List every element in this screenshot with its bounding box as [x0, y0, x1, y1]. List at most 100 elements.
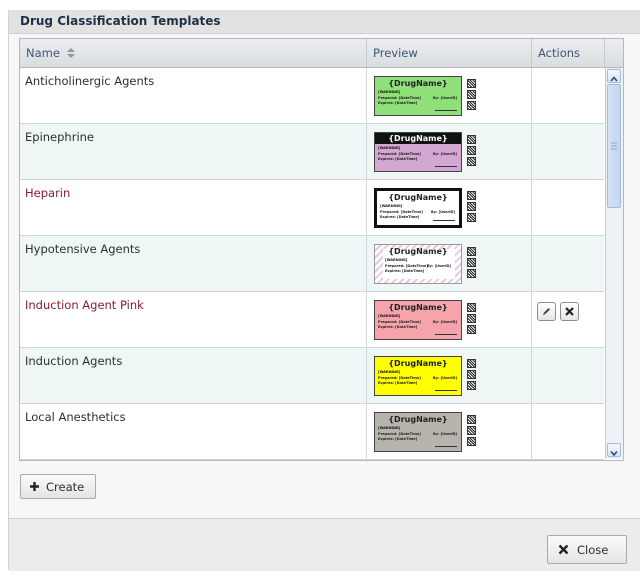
label-by: By: [UserID] [427, 264, 451, 268]
grid-header: Name Preview Actions [20, 39, 623, 68]
label-preview: {DrugName} [WARNING] Prepared: [DateTime… [374, 244, 462, 284]
row-actions [532, 292, 604, 347]
barcode-icon [467, 258, 476, 267]
label-expires: Expires: [DateTime] [378, 381, 418, 385]
delete-button[interactable] [560, 302, 579, 321]
column-name-label: Name [26, 46, 60, 60]
label-by: By: [UserID] [431, 210, 455, 214]
label-preview: {DrugName} [WARNING] Prepared: [DateTime… [374, 188, 462, 228]
barcode-icon [467, 426, 476, 435]
label-preview: {DrugName} [WARNING] Prepared: [DateTime… [374, 356, 462, 396]
label-preview: {DrugName} [WARNING] Prepared: [DateTime… [374, 132, 462, 172]
label-prepared: Prepared: [DateTime] [378, 152, 421, 156]
label-signature-line [435, 166, 457, 167]
table-row[interactable]: Epinephrine {DrugName} [WARNING] Prepare… [20, 124, 604, 180]
table-row[interactable]: Induction Agent Pink {DrugName} [WARNING… [20, 292, 604, 348]
table-row[interactable]: Local Anesthetics {DrugName} [WARNING] P… [20, 404, 604, 460]
row-name: Epinephrine [20, 124, 367, 179]
barcode-icon [467, 247, 476, 256]
close-button-label: Close [577, 542, 609, 557]
row-preview: {DrugName} [WARNING] Prepared: [DateTime… [367, 292, 532, 347]
label-expires: Expires: [DateTime] [378, 437, 418, 441]
row-actions [532, 348, 604, 403]
templates-grid: Name Preview Actions Anticholinergic Age… [19, 38, 624, 461]
label-drug-name: {DrugName} [388, 303, 448, 312]
label-warning: [WARNING] [378, 314, 401, 318]
barcode-icon [467, 90, 476, 99]
barcode-icon [467, 303, 476, 312]
drug-classification-dialog: Drug Classification Templates Name Previ… [8, 10, 640, 571]
table-row[interactable]: Induction Agents {DrugName} [WARNING] Pr… [20, 348, 604, 404]
row-preview: {DrugName} [WARNING] Prepared: [DateTime… [367, 180, 532, 235]
column-header-preview: Preview [367, 39, 532, 67]
label-prepared: Prepared: [DateTime] [378, 96, 421, 100]
label-warning: [WARNING] [378, 370, 401, 374]
label-expires: Expires: [DateTime] [380, 215, 420, 219]
grid-rows: Anticholinergic Agents {DrugName} [WARNI… [20, 68, 604, 460]
table-row[interactable]: Heparin {DrugName} [WARNING] Prepared: [… [20, 180, 604, 236]
label-prepared: Prepared: [DateTime] [385, 264, 428, 268]
sort-icon[interactable] [66, 48, 75, 58]
grip-icon [611, 142, 617, 150]
barcode-icon [467, 381, 476, 390]
label-drug-name: {DrugName} [388, 193, 448, 202]
row-actions [532, 68, 604, 123]
barcode-icon [467, 415, 476, 424]
row-actions [532, 404, 604, 459]
scroll-down-button[interactable] [607, 443, 621, 457]
barcode-icon [467, 325, 476, 334]
label-signature-line [435, 446, 457, 447]
dialog-titlebar: Drug Classification Templates [9, 10, 640, 34]
row-name: Hypotensive Agents [20, 236, 367, 291]
label-expires: Expires: [DateTime] [378, 101, 418, 105]
row-actions [532, 124, 604, 179]
label-signature-line [435, 110, 457, 111]
label-expires: Expires: [DateTime] [385, 269, 425, 273]
label-by: By: [UserID] [433, 152, 457, 156]
barcode-icon [467, 202, 476, 211]
row-name: Anticholinergic Agents [20, 68, 367, 123]
vertical-scrollbar[interactable] [605, 68, 623, 459]
label-preview: {DrugName} [WARNING] Prepared: [DateTime… [374, 300, 462, 340]
label-drug-name: {DrugName} [388, 359, 448, 368]
label-warning: [WARNING] [378, 146, 401, 150]
row-name: Local Anesthetics [20, 404, 367, 459]
row-preview: {DrugName} [WARNING] Prepared: [DateTime… [367, 124, 532, 179]
label-by: By: [UserID] [433, 96, 457, 100]
label-drug-name: {DrugName} [388, 415, 448, 424]
barcode-icon [467, 146, 476, 155]
label-expires: Expires: [DateTime] [378, 157, 418, 161]
label-prepared: Prepared: [DateTime] [378, 320, 421, 324]
label-warning: [WARNING] [378, 90, 401, 94]
barcode-icon [467, 359, 476, 368]
label-drug-name: {DrugName} [388, 247, 448, 256]
create-button[interactable]: Create [20, 474, 96, 499]
row-actions [532, 236, 604, 291]
label-by: By: [UserID] [433, 376, 457, 380]
close-icon [565, 307, 574, 316]
barcode-icon [467, 191, 476, 200]
row-preview: {DrugName} [WARNING] Prepared: [DateTime… [367, 404, 532, 459]
row-preview: {DrugName} [WARNING] Prepared: [DateTime… [367, 68, 532, 123]
chevron-down-icon [610, 450, 618, 457]
close-button[interactable]: Close [547, 535, 627, 564]
barcode-icon [467, 314, 476, 323]
edit-button[interactable] [537, 302, 556, 321]
table-row[interactable]: Hypotensive Agents {DrugName} [WARNING] … [20, 236, 604, 292]
row-preview: {DrugName} [WARNING] Prepared: [DateTime… [367, 236, 532, 291]
label-warning: [WARNING] [385, 258, 408, 262]
column-header-name[interactable]: Name [20, 39, 367, 67]
table-row[interactable]: Anticholinergic Agents {DrugName} [WARNI… [20, 68, 604, 124]
scroll-up-button[interactable] [607, 69, 621, 83]
column-preview-label: Preview [373, 46, 418, 60]
scroll-thumb[interactable] [607, 84, 621, 208]
plus-icon [30, 482, 39, 491]
barcode-icon [467, 269, 476, 278]
label-by: By: [UserID] [433, 320, 457, 324]
label-prepared: Prepared: [DateTime] [380, 210, 423, 214]
label-prepared: Prepared: [DateTime] [378, 432, 421, 436]
barcode-icon [467, 370, 476, 379]
label-expires: Expires: [DateTime] [378, 325, 418, 329]
label-prepared: Prepared: [DateTime] [378, 376, 421, 380]
row-actions [532, 180, 604, 235]
